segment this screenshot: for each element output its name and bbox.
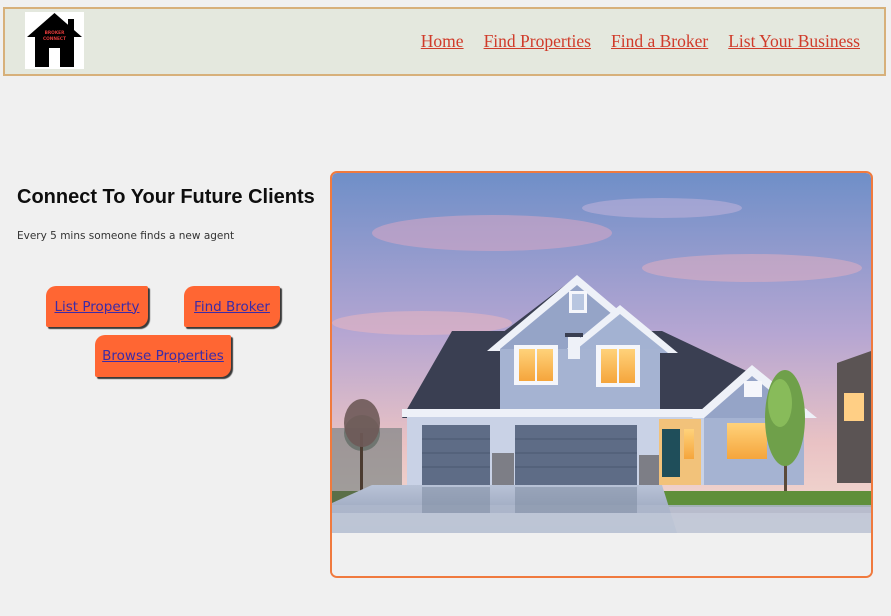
hero-subtitle: Every 5 mins someone finds a new agent [17, 230, 235, 242]
logo-text-line1: BROKER [45, 30, 66, 36]
hero-text: Connect To Your Future Clients Every 5 m… [17, 185, 317, 242]
logo-text-line2: CONNECT [43, 36, 66, 42]
find-broker-button[interactable]: Find Broker [184, 286, 280, 327]
browse-properties-button[interactable]: Browse Properties [95, 335, 231, 377]
house-photo [332, 173, 871, 576]
nav-link-list-your-business[interactable]: List Your Business [728, 31, 860, 52]
broker-connect-logo[interactable]: BROKER CONNECT [25, 12, 84, 69]
list-property-button[interactable]: List Property [46, 286, 148, 327]
nav-link-find-a-broker[interactable]: Find a Broker [611, 31, 708, 52]
nav-links: Home Find Properties Find a Broker List … [421, 31, 860, 52]
hero-title: Connect To Your Future Clients [17, 186, 315, 208]
nav-link-find-properties[interactable]: Find Properties [484, 31, 591, 52]
top-navbar: BROKER CONNECT Home Find Properties Find… [3, 7, 886, 76]
hero-image-frame [330, 171, 873, 578]
nav-link-home[interactable]: Home [421, 31, 464, 52]
house-logo-icon: BROKER CONNECT [25, 12, 84, 69]
